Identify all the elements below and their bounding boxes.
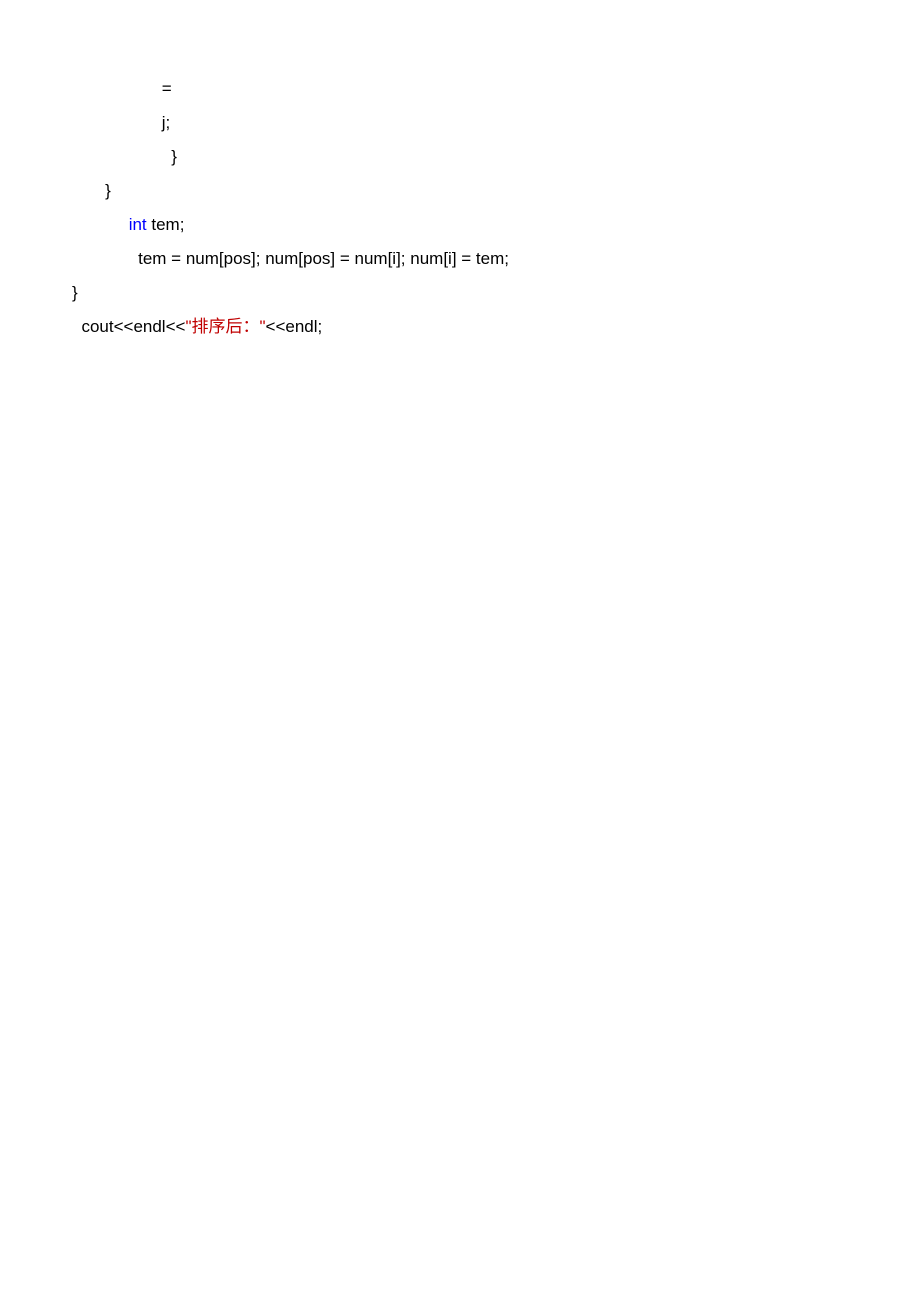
code-line-7: } — [72, 276, 920, 310]
code-line-3: } — [72, 140, 920, 174]
code-text: j; — [162, 113, 171, 132]
string-literal-cn: 排序后： — [191, 317, 259, 336]
code-text: <<endl; — [266, 317, 323, 336]
code-line-6: tem = num[pos]; num[pos] = num[i]; num[i… — [72, 242, 920, 276]
keyword-int: int — [129, 215, 147, 234]
code-line-4: } — [72, 174, 920, 208]
code-line-8: cout<<endl<<"排序后："<<endl; — [72, 310, 920, 344]
code-text: tem = num[pos]; num[pos] = num[i]; num[i… — [138, 249, 509, 268]
code-text: = — [162, 79, 177, 98]
code-text: tem; — [147, 215, 185, 234]
code-block: = j; } } int tem; tem = num[pos]; num[po… — [0, 0, 920, 344]
code-line-2: j; — [72, 106, 920, 140]
code-line-1: = — [72, 72, 920, 106]
code-text: } — [72, 283, 78, 302]
code-text: cout<<endl<< — [81, 317, 185, 336]
code-text: } — [105, 181, 111, 200]
code-text: } — [166, 147, 176, 166]
code-line-5: int tem; — [72, 208, 920, 242]
